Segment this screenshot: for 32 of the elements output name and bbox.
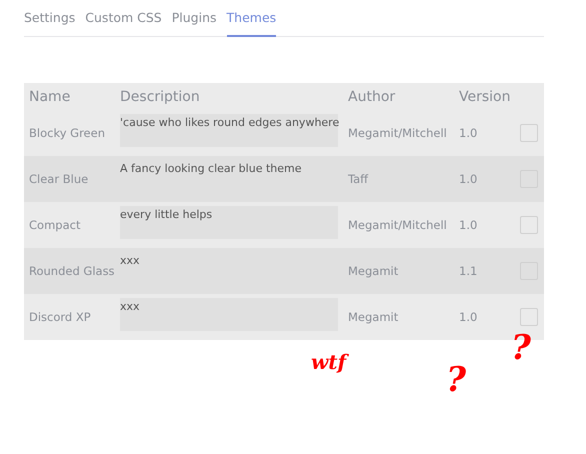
scribbled-note: ? xyxy=(446,360,466,400)
column-header: Author xyxy=(348,88,396,104)
scribbled-note: ? xyxy=(510,328,531,368)
theme-name: Blocky Green xyxy=(28,126,106,140)
theme-name: Rounded Glass xyxy=(28,264,116,278)
author-cell-text: Megamit xyxy=(348,264,400,278)
author-cell-text: Taff xyxy=(348,172,370,186)
description-field[interactable]: 'cause who likes round edges anywhere xyxy=(120,114,338,147)
version-cell-text: 1.0 xyxy=(459,126,478,140)
tab[interactable]: Custom CSS xyxy=(85,8,162,37)
author-cell-text: Megamit xyxy=(348,310,400,324)
theme-name: Discord XP xyxy=(28,310,92,324)
theme-name: Clear Blue xyxy=(28,172,90,186)
scribbled-note: wtf xyxy=(311,350,346,374)
version-cell-text: 1.0 xyxy=(459,218,478,232)
checkbox[interactable] xyxy=(520,308,538,326)
description-field[interactable]: every little helps xyxy=(120,206,338,239)
version-cell-text: 1.0 xyxy=(459,310,478,324)
description-field[interactable]: xxx xyxy=(120,298,338,331)
column-header: Description xyxy=(120,88,201,104)
version-cell-text: 1.1 xyxy=(459,264,478,278)
tab[interactable]: Settings xyxy=(24,8,76,37)
theme-name: Compact xyxy=(28,218,82,232)
author-cell-text: Megamit/Mitchell xyxy=(348,126,448,140)
tab[interactable]: Plugins xyxy=(172,8,217,37)
author-cell-text: Megamit/Mitchell xyxy=(348,218,448,232)
column-header: Name xyxy=(28,88,72,104)
tab[interactable]: Themes xyxy=(226,8,276,37)
checkbox[interactable] xyxy=(520,124,538,142)
column-header: Version xyxy=(459,88,512,104)
version-cell-text: 1.0 xyxy=(459,172,478,186)
checkbox[interactable] xyxy=(520,216,538,234)
